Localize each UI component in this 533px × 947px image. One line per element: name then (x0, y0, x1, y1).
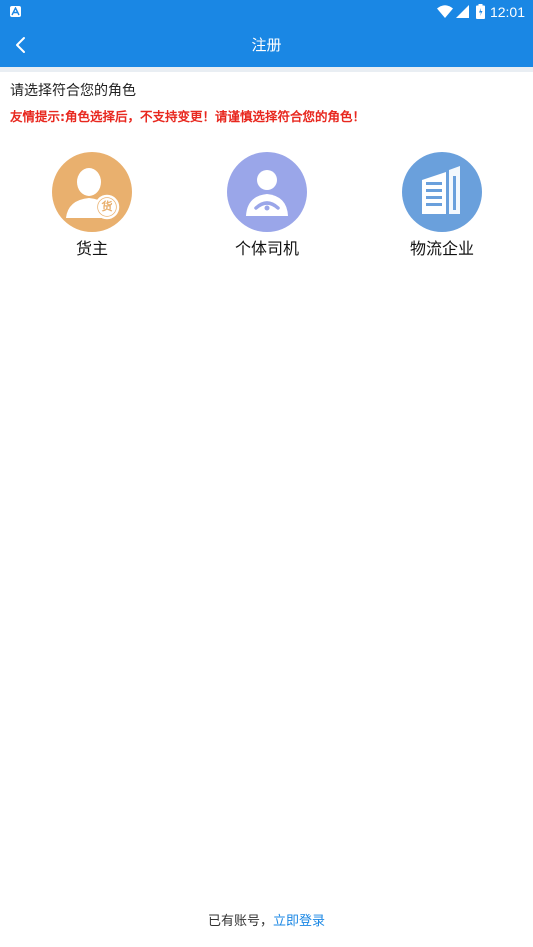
role-label-cargo-owner: 货主 (75, 239, 108, 258)
role-option-cargo-owner[interactable]: 货 货主 (22, 152, 162, 260)
login-prompt: 已有账号，立即登录 (0, 912, 533, 932)
cell-signal-icon (456, 5, 469, 18)
app-notification-icon (10, 6, 21, 17)
role-label-driver: 个体司机 (234, 239, 299, 258)
role-warning: 友情提示:角色选择后，不支持变更！请谨慎选择符合您的角色！ (10, 109, 366, 124)
building-icon (402, 152, 482, 232)
page-title: 注册 (251, 36, 282, 54)
cargo-owner-icon: 货 (52, 152, 132, 232)
battery-icon (476, 4, 485, 19)
login-prompt-text: 已有账号， (207, 914, 273, 929)
header-divider (0, 67, 533, 72)
role-label-logistics-company: 物流企业 (409, 239, 474, 258)
role-option-logistics-company[interactable]: 物流企业 (372, 152, 512, 260)
login-link[interactable]: 立即登录 (273, 914, 325, 929)
app-bar: 注册 (0, 24, 533, 67)
status-bar: 12:01 (0, 0, 533, 24)
driver-icon (227, 152, 307, 232)
cargo-badge-text: 货 (101, 200, 113, 213)
role-prompt: 请选择符合您的角色 (10, 83, 136, 99)
status-clock: 12:01 (489, 4, 525, 20)
role-option-driver[interactable]: 个体司机 (197, 152, 337, 260)
wifi-icon (437, 5, 453, 18)
